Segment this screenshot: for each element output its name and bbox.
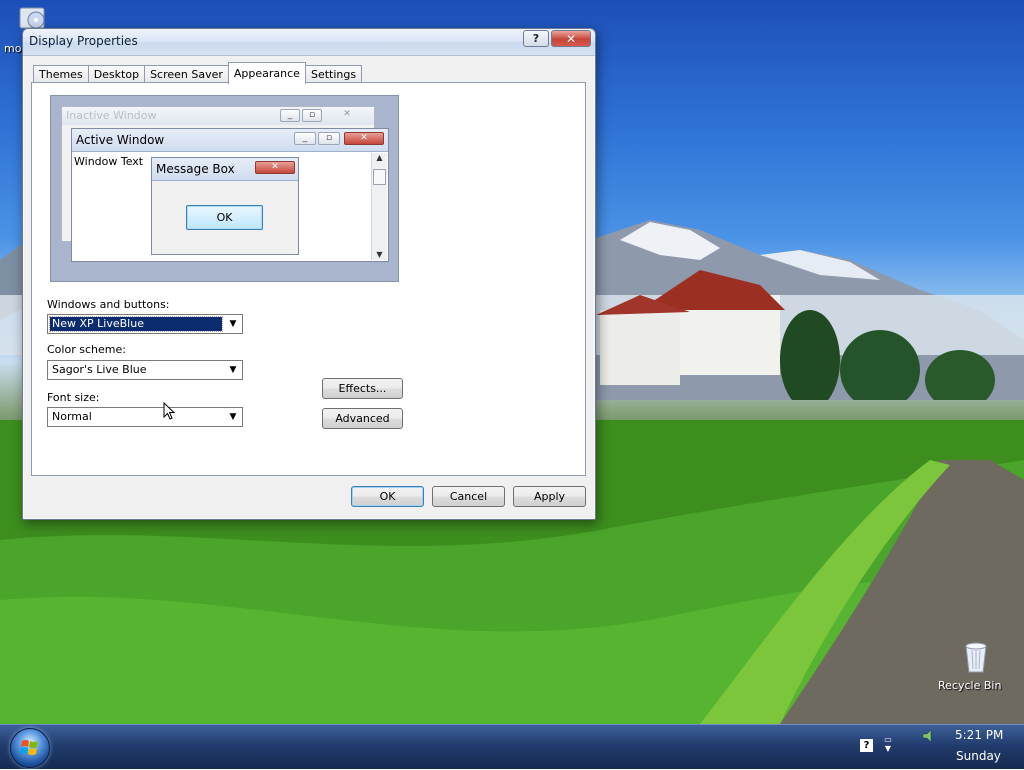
recycle-bin-icon	[965, 642, 987, 673]
preview-active-window: Active Window _ ▫ ✕ Window Text ▲ ▼ Mess…	[71, 128, 389, 262]
effects-button[interactable]: Effects...	[322, 378, 403, 399]
chevron-down-icon: ▼	[229, 412, 237, 422]
tab-appearance[interactable]: Appearance	[227, 62, 306, 84]
close-icon: ✕	[565, 31, 577, 46]
font-size-label: Font size:	[47, 391, 100, 404]
color-scheme-select[interactable]: Sagor's Live Blue ▼	[47, 360, 243, 380]
preview-message-box: Message Box ✕ OK	[151, 157, 299, 255]
windows-buttons-select[interactable]: New XP LiveBlue ▼	[47, 314, 243, 334]
close-button[interactable]: ✕	[551, 30, 591, 47]
preview-scrollbar: ▲ ▼	[371, 153, 387, 260]
close-icon: ✕	[255, 161, 295, 174]
ok-button[interactable]: OK	[351, 486, 424, 507]
font-size-select[interactable]: Normal ▼	[47, 407, 243, 427]
title-bar[interactable]: Display Properties ? ✕	[23, 29, 595, 56]
windows-buttons-label: Windows and buttons:	[47, 298, 170, 311]
appearance-panel: Inactive Window _ ▫ ✕ Active Window _ ▫ …	[31, 82, 586, 476]
desktop-icon-recycle-bin[interactable]: Recycle Bin	[938, 640, 1014, 692]
tab-strip: Themes Desktop Screen Saver Appearance S…	[33, 62, 363, 84]
preview-inactive-title: Inactive Window	[62, 107, 374, 125]
scroll-up-icon: ▲	[376, 153, 383, 162]
display-properties-window: Display Properties ? ✕ Themes Desktop Sc…	[22, 28, 596, 520]
help-tray-icon[interactable]: ?	[860, 739, 873, 752]
preview-active-title: Active Window	[72, 129, 388, 152]
help-button[interactable]: ?	[523, 30, 549, 47]
start-button[interactable]	[10, 728, 50, 768]
volume-tray-icon[interactable]	[921, 728, 937, 744]
network-tray-icon[interactable]: ▭ ▼	[882, 735, 894, 755]
desktop-icon-label: Recycle Bin	[938, 679, 1002, 692]
windows-logo-icon	[20, 740, 38, 755]
windows-buttons-value: New XP LiveBlue	[49, 316, 223, 332]
advanced-button[interactable]: Advanced	[322, 408, 403, 429]
chevron-down-icon: ▼	[229, 365, 237, 375]
mouse-pointer-icon	[163, 402, 176, 420]
apply-button[interactable]: Apply	[513, 486, 586, 507]
clock-time[interactable]: 5:21 PM	[955, 728, 1003, 742]
minimize-icon: _	[280, 109, 300, 122]
color-scheme-value: Sagor's Live Blue	[52, 363, 147, 376]
taskbar: ? ▭ ▼ 5:21 PM Sunday	[0, 724, 1024, 769]
window-title: Display Properties	[29, 34, 138, 48]
scroll-down-icon: ▼	[376, 250, 383, 259]
cancel-button[interactable]: Cancel	[432, 486, 505, 507]
chevron-down-icon: ▼	[229, 319, 237, 329]
close-icon: ✕	[343, 109, 351, 119]
desktop-icon-label: mo	[4, 42, 22, 55]
close-icon: ✕	[344, 132, 384, 145]
appearance-preview: Inactive Window _ ▫ ✕ Active Window _ ▫ …	[50, 95, 399, 282]
help-icon: ?	[532, 32, 540, 45]
preview-ok-button: OK	[186, 205, 263, 230]
minimize-icon: _	[294, 132, 316, 145]
scroll-thumb	[373, 169, 386, 185]
color-scheme-label: Color scheme:	[47, 343, 126, 356]
preview-window-text: Window Text	[74, 155, 144, 168]
font-size-value: Normal	[52, 410, 92, 423]
clock-day[interactable]: Sunday	[956, 749, 1001, 763]
maximize-icon: ▫	[318, 132, 340, 145]
maximize-icon: ▫	[302, 109, 322, 122]
